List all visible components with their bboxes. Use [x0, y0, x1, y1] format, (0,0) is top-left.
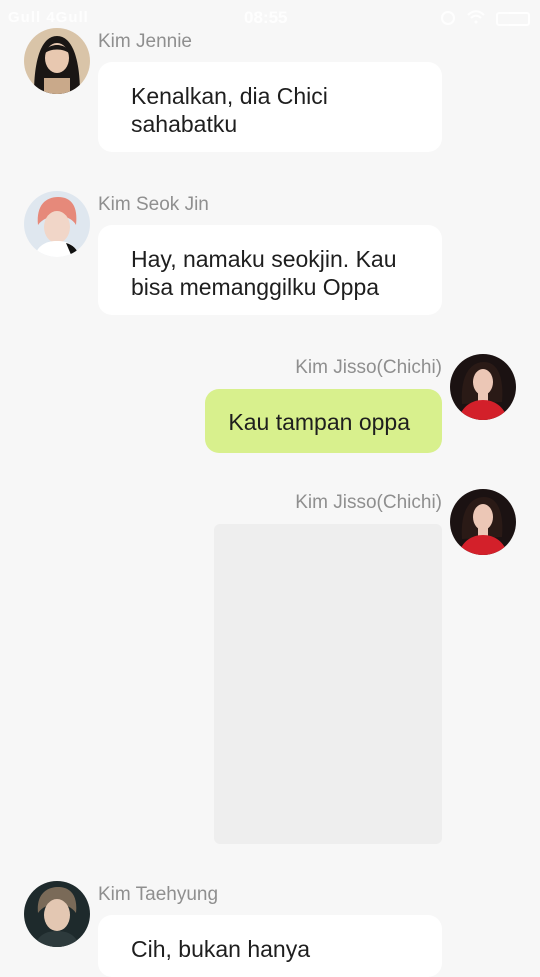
image-attachment[interactable]	[214, 524, 442, 844]
message-bubble[interactable]: Kau tampan oppa	[205, 389, 442, 453]
message-bubble[interactable]: Kenalkan, dia Chici sahabatku	[98, 62, 442, 152]
wifi-icon	[466, 10, 486, 28]
message-bubble[interactable]: Hay, namaku seokjin. Kau bisa memanggilk…	[98, 225, 442, 315]
avatar[interactable]	[450, 489, 516, 555]
avatar[interactable]	[450, 354, 516, 420]
carrier-label: Gull 4Gull	[8, 9, 89, 26]
avatar[interactable]	[24, 191, 90, 257]
sender-name: Kim Taehyung	[98, 884, 219, 905]
message-bubble[interactable]: Cih, bukan hanya	[98, 915, 442, 977]
sender-name: Kim Jisso(Chichi)	[295, 492, 442, 513]
sender-name: Kim Seok Jin	[98, 194, 209, 215]
battery-icon	[496, 12, 530, 26]
sender-name: Kim Jisso(Chichi)	[295, 357, 442, 378]
status-bar: Gull 4Gull 08:55	[0, 0, 540, 34]
chat-thread[interactable]: Kim Jennie Kenalkan, dia Chici sahabatku…	[0, 0, 540, 977]
alarm-icon	[440, 9, 456, 29]
avatar[interactable]	[24, 28, 90, 94]
avatar[interactable]	[24, 881, 90, 947]
status-icons	[440, 9, 530, 29]
clock: 08:55	[244, 8, 288, 27]
sender-name: Kim Jennie	[98, 31, 192, 52]
